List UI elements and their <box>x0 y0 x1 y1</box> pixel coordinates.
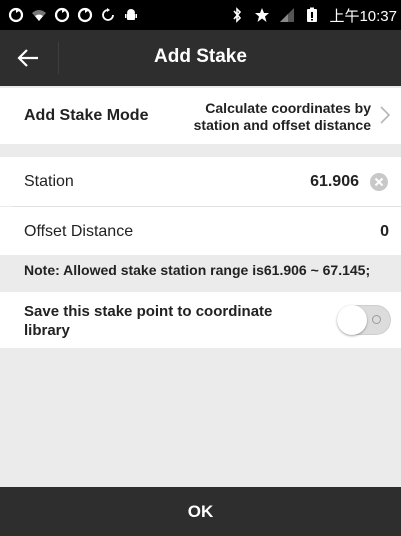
android-icon <box>125 9 137 20</box>
page-title: Add Stake <box>154 46 247 67</box>
status-bar: 上午10:37 <box>0 0 401 30</box>
sync-icon <box>8 7 24 23</box>
status-icons-left <box>8 5 139 25</box>
status-icons-right: 上午10:37 <box>229 5 397 25</box>
station-label: Station <box>24 173 74 190</box>
star-icon <box>255 8 270 22</box>
save-to-library-toggle[interactable] <box>337 305 391 335</box>
status-time: 上午10:37 <box>329 7 397 25</box>
save-to-library-label: Save this stake point to coordinate libr… <box>24 302 272 340</box>
toggle-knob <box>337 305 367 335</box>
signal-icon <box>280 8 295 22</box>
offset-row: Offset Distance 0 <box>0 207 401 255</box>
stake-mode-label: Add Stake Mode <box>24 107 149 124</box>
save-to-library-label-line1: Save this stake point to coordinate <box>24 303 273 320</box>
sync-icon <box>77 7 93 23</box>
offset-input[interactable]: 0 <box>380 223 389 241</box>
station-row: Station 61.906 <box>0 157 401 206</box>
battery-icon <box>307 7 318 22</box>
ok-button[interactable]: OK <box>0 487 401 536</box>
wifi-icon <box>32 10 46 21</box>
stake-mode-value-line2: station and offset distance <box>193 117 371 133</box>
save-to-library-row: Save this stake point to coordinate libr… <box>0 292 401 348</box>
station-range-note: Note: Allowed stake station range is61.9… <box>24 262 371 278</box>
sync-icon <box>54 7 70 23</box>
clear-icon[interactable] <box>369 172 389 192</box>
offset-label: Offset Distance <box>24 223 134 240</box>
toggle-off-indicator-icon <box>372 315 381 324</box>
save-to-library-label-line2: library <box>24 322 70 339</box>
stake-mode-value-line1: Calculate coordinates by <box>205 100 371 116</box>
refresh-icon <box>102 8 114 21</box>
bluetooth-icon <box>233 7 242 23</box>
stake-mode-row[interactable]: Add Stake Mode Calculate coordinates by … <box>0 88 401 144</box>
station-input[interactable]: 61.906 <box>310 173 359 191</box>
header: Add Stake <box>0 30 401 86</box>
chevron-right-icon <box>380 106 391 124</box>
stake-mode-value: Calculate coordinates by station and off… <box>194 100 371 134</box>
